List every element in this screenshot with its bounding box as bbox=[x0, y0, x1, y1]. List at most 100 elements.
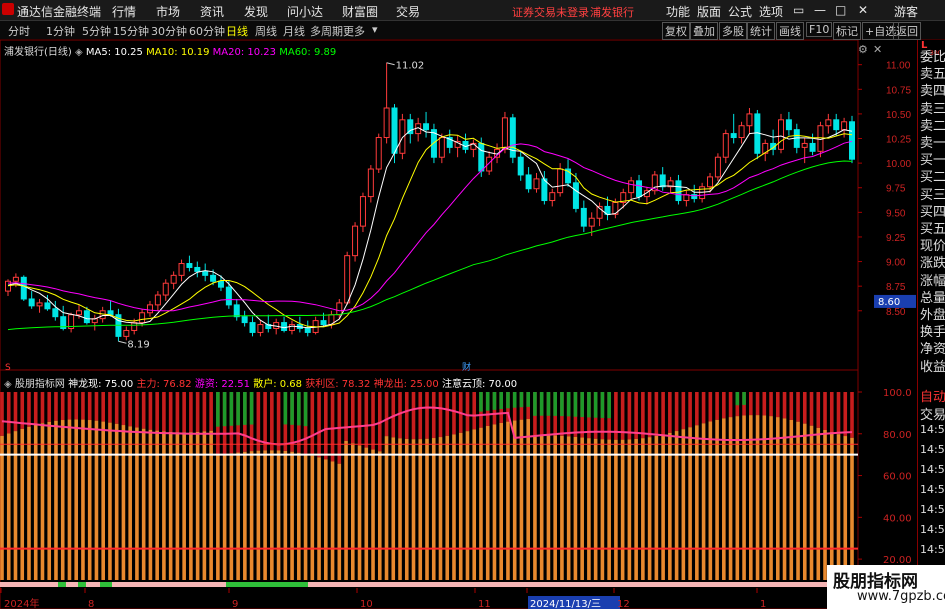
signal-strip-green bbox=[226, 582, 308, 587]
indicator-orange-bar bbox=[350, 443, 355, 580]
candle-body bbox=[588, 217, 595, 227]
tool-biaoji[interactable]: 标记 bbox=[833, 22, 861, 40]
menu-caifuquan[interactable]: 财富圈 bbox=[342, 3, 378, 20]
legend-toggle-icon[interactable]: ◈ bbox=[75, 47, 83, 58]
candle-body bbox=[525, 174, 532, 190]
indicator-red-bar bbox=[404, 392, 409, 439]
tab-trade[interactable]: 交易 bbox=[920, 404, 945, 423]
candle-body bbox=[12, 276, 19, 282]
indicator-green-bar bbox=[560, 392, 564, 417]
menu-zixun[interactable]: 资讯 bbox=[200, 3, 224, 20]
indicator-orange-bar bbox=[661, 434, 665, 580]
period-60min[interactable]: 60分钟 bbox=[189, 23, 225, 39]
indicator-orange-bar bbox=[431, 438, 436, 580]
title-bar: 通达信金融终端 行情 市场 资讯 发现 问小达 财富圈 交易 证券交易未登录 浦… bbox=[0, 0, 945, 21]
guest-label[interactable]: 游客 bbox=[894, 3, 918, 20]
tick-time-3: 14:56 bbox=[920, 483, 945, 496]
ma20-line bbox=[7, 140, 853, 312]
candle-body bbox=[194, 266, 201, 272]
chart-settings-icon[interactable]: ⚙ bbox=[858, 43, 868, 56]
menu-hangqing[interactable]: 行情 bbox=[112, 3, 136, 20]
period-1min[interactable]: 1分钟 bbox=[46, 23, 75, 39]
indicator-red-bar bbox=[762, 392, 767, 416]
indicator-red-bar bbox=[384, 392, 389, 437]
quote-row-14: 总量 bbox=[920, 290, 945, 306]
menu-gongshi[interactable]: 公式 bbox=[728, 3, 752, 20]
chart-area[interactable]: 11.00 10.75 10.50 10.25 10.00 9.75 9.50 9.25 9.0… bbox=[0, 40, 917, 609]
candle-body bbox=[809, 142, 816, 152]
indicator-green-bar bbox=[499, 392, 504, 410]
candle-body bbox=[257, 324, 264, 333]
indicator-green-bar bbox=[249, 392, 254, 425]
chart-close-icon[interactable]: ✕ bbox=[873, 43, 882, 56]
indicator-orange-bar bbox=[492, 424, 497, 580]
indicator-red-bar bbox=[452, 392, 456, 435]
price-tick-label: 10.75 bbox=[886, 85, 911, 96]
indicator-orange-bar bbox=[324, 459, 328, 580]
indicator-orange-bar bbox=[775, 417, 780, 580]
low-marker: 8.19 bbox=[127, 339, 149, 350]
candle-body bbox=[517, 156, 524, 176]
candle-body bbox=[178, 263, 185, 276]
period-week[interactable]: 周线 bbox=[255, 23, 277, 39]
tool-diejia[interactable]: 叠加 bbox=[690, 22, 718, 40]
close-icon[interactable]: ✕ bbox=[858, 3, 868, 17]
candle-body bbox=[367, 168, 374, 198]
indicator-red-bar bbox=[148, 392, 153, 430]
menu-shichang[interactable]: 市场 bbox=[156, 3, 180, 20]
menu-wenxiaoda[interactable]: 问小达 bbox=[287, 3, 323, 20]
indicator-orange-bar bbox=[202, 431, 207, 580]
indicator-red-bar bbox=[60, 392, 65, 421]
indicator-orange-bar bbox=[695, 425, 699, 580]
ind-tick-label: 40.00 bbox=[883, 513, 912, 524]
watermark-url: www.7gpzb.com bbox=[857, 589, 945, 604]
indicator-red-bar bbox=[317, 392, 321, 458]
tool-tongji[interactable]: 统计 bbox=[747, 22, 775, 40]
indicator-red-bar bbox=[668, 392, 672, 433]
period-15min[interactable]: 15分钟 bbox=[113, 23, 149, 39]
menu-xuanxiang[interactable]: 选项 bbox=[759, 3, 783, 20]
tool-huaxian[interactable]: 画线 bbox=[776, 22, 804, 40]
candle-body bbox=[636, 180, 643, 198]
indicator-red-bar bbox=[695, 392, 699, 426]
indicator-orange-bar bbox=[553, 435, 557, 580]
tool-duogu[interactable]: 多股 bbox=[719, 22, 747, 40]
more-dropdown-icon[interactable]: ▾ bbox=[372, 23, 378, 36]
quote-row-7: 买二 bbox=[920, 170, 945, 186]
period-30min[interactable]: 30分钟 bbox=[151, 23, 187, 39]
trade-login-warning[interactable]: 证券交易未登录 bbox=[512, 4, 589, 20]
tool-f10[interactable]: F10 bbox=[806, 22, 833, 37]
menu-banmian[interactable]: 版面 bbox=[697, 3, 721, 20]
indicator-orange-bar bbox=[81, 419, 85, 580]
ind-label-shenlongchu: 神龙出: 25.00 bbox=[373, 379, 439, 390]
indicator-toggle-icon[interactable]: ◈ bbox=[4, 379, 12, 390]
indicator-orange-bar bbox=[641, 438, 645, 580]
indicator-red-bar bbox=[796, 392, 800, 422]
minimize-icon[interactable]: — bbox=[814, 3, 826, 17]
candle-body bbox=[210, 274, 217, 282]
candle-body bbox=[288, 324, 295, 331]
period-more[interactable]: 更多 bbox=[343, 23, 365, 39]
indicator-red-bar bbox=[445, 392, 450, 436]
period-5min[interactable]: 5分钟 bbox=[82, 23, 111, 39]
restore-icon[interactable]: ▭ bbox=[793, 3, 804, 17]
candle-body bbox=[186, 263, 193, 268]
period-month[interactable]: 月线 bbox=[283, 23, 305, 39]
indicator-orange-bar bbox=[290, 451, 294, 580]
menu-jiaoyi[interactable]: 交易 bbox=[396, 3, 420, 20]
tool-fuquan[interactable]: 复权 bbox=[662, 22, 690, 40]
period-day[interactable]: 日线 bbox=[226, 23, 248, 39]
indicator-red-bar bbox=[67, 392, 72, 420]
tool-back[interactable]: 返回 bbox=[893, 22, 921, 40]
maximize-icon[interactable]: □ bbox=[835, 3, 846, 17]
indicator-orange-bar bbox=[310, 455, 315, 580]
candle-body bbox=[557, 168, 564, 194]
period-fenshi[interactable]: 分时 bbox=[8, 23, 30, 39]
indicator-red-bar bbox=[87, 392, 92, 421]
menu-gongneng[interactable]: 功能 bbox=[666, 3, 690, 20]
tab-auto[interactable]: 自动 bbox=[920, 386, 945, 405]
period-multi[interactable]: 多周期 bbox=[310, 23, 343, 39]
menu-faxian[interactable]: 发现 bbox=[244, 3, 268, 20]
indicator-orange-bar bbox=[27, 426, 31, 580]
indicator-green-bar bbox=[283, 392, 288, 425]
